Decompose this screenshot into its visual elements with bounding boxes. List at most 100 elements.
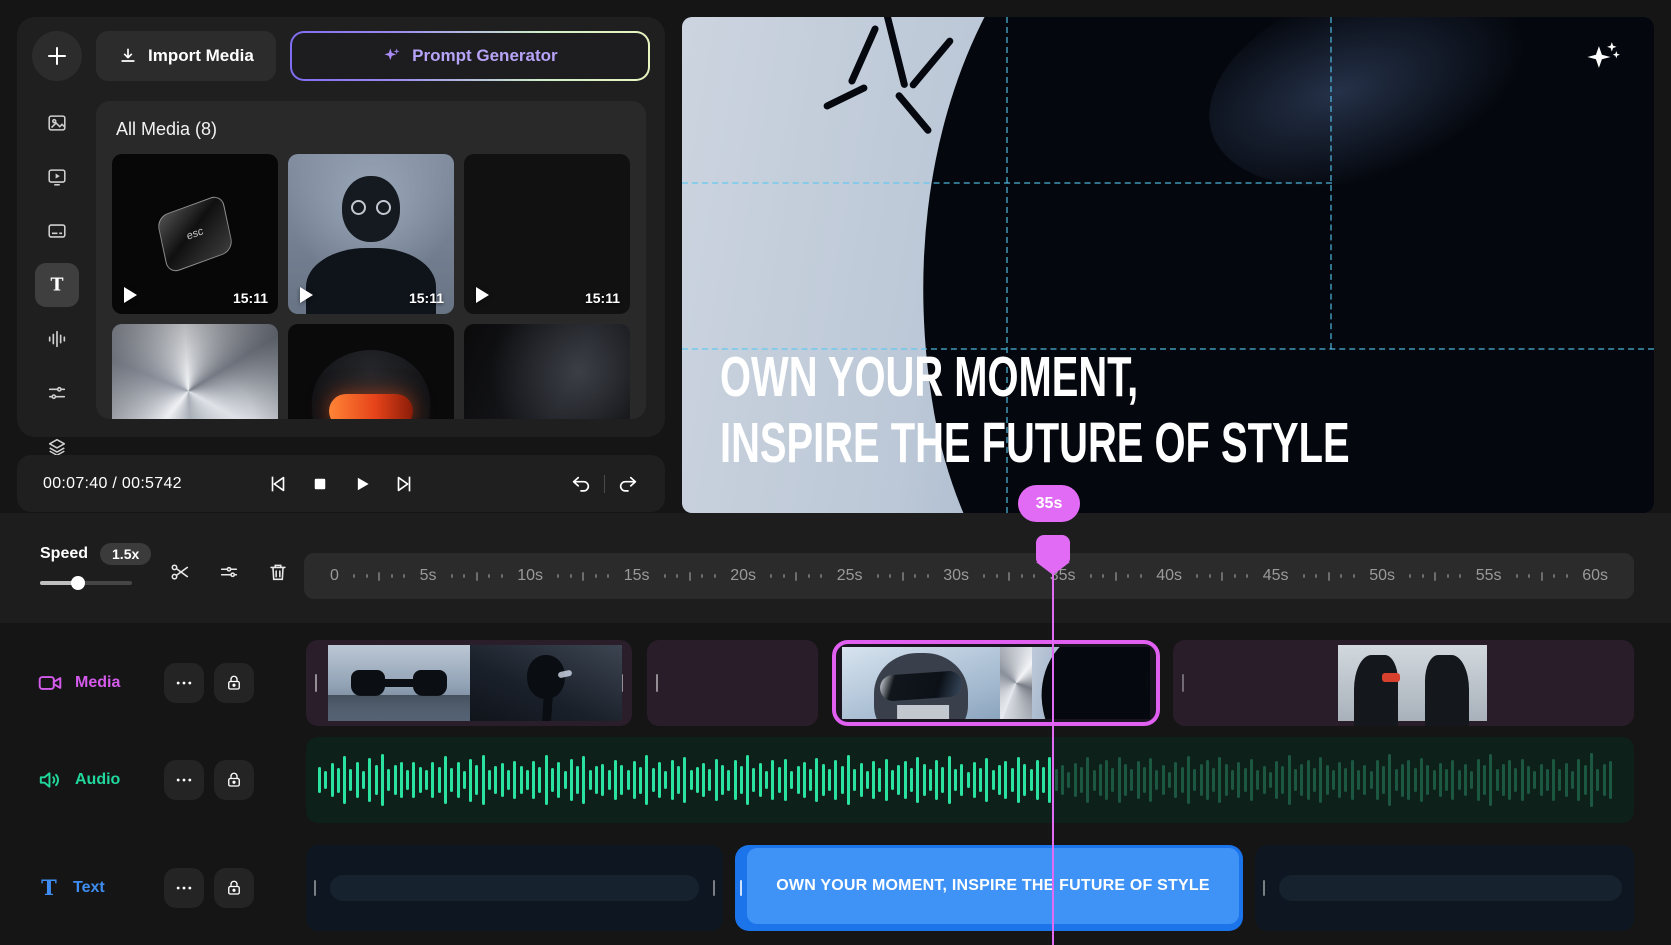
waveform-bar bbox=[1552, 759, 1555, 801]
undo-button[interactable] bbox=[568, 471, 594, 497]
waveform-bar bbox=[1307, 760, 1310, 801]
text-track-lock-button[interactable] bbox=[214, 868, 254, 908]
waveform-bar bbox=[469, 759, 472, 802]
audio-track-options-button[interactable] bbox=[164, 760, 204, 800]
prompt-generator-button[interactable]: Prompt Generator bbox=[292, 33, 648, 79]
stop-button[interactable] bbox=[307, 471, 333, 497]
media-clip-4[interactable] bbox=[1173, 640, 1634, 726]
waveform-bar bbox=[1086, 757, 1089, 803]
play-icon bbox=[352, 474, 372, 494]
waveform-bar bbox=[1433, 770, 1436, 790]
thumb-duration: 15:11 bbox=[409, 290, 444, 306]
waveform-bar bbox=[1351, 760, 1354, 800]
import-media-button[interactable]: Import Media bbox=[96, 31, 276, 81]
nav-adjust-tab[interactable] bbox=[35, 371, 79, 415]
waveform-bar bbox=[897, 765, 900, 794]
media-library-panel: Import Media Prompt Generator bbox=[17, 17, 665, 437]
nav-images-tab[interactable] bbox=[35, 101, 79, 145]
guide-horizontal-top bbox=[682, 182, 1332, 184]
waveform-bar bbox=[1124, 764, 1127, 796]
hair-strand bbox=[908, 36, 955, 90]
waveform-bar bbox=[457, 762, 460, 798]
waveform-bar bbox=[948, 756, 951, 804]
clip-adjust-button[interactable] bbox=[217, 560, 241, 584]
waveform-bar bbox=[1382, 766, 1385, 795]
text-clip-1[interactable] bbox=[306, 845, 723, 931]
media-item-esc-key[interactable]: esc15:11 bbox=[112, 154, 278, 314]
media-track-options-button[interactable] bbox=[164, 663, 204, 703]
add-media-button[interactable] bbox=[32, 31, 82, 81]
waveform-bar bbox=[557, 762, 560, 798]
lock-icon bbox=[225, 771, 243, 789]
ruler-label: 60s bbox=[1582, 567, 1608, 585]
ruler-label: 40s bbox=[1156, 567, 1182, 585]
media-clip-2[interactable] bbox=[647, 640, 818, 726]
speed-slider[interactable] bbox=[40, 581, 132, 585]
media-track-label: Media bbox=[75, 674, 120, 692]
media-track-lock-button[interactable] bbox=[214, 663, 254, 703]
text-clip-3[interactable] bbox=[1255, 845, 1634, 931]
ellipsis-icon bbox=[174, 673, 194, 693]
playhead-time-badge: 35s bbox=[1018, 485, 1080, 522]
waveform-bar bbox=[752, 768, 755, 791]
waveform-bar bbox=[438, 767, 441, 793]
nav-captions-tab[interactable] bbox=[35, 209, 79, 253]
nav-audio-tab[interactable] bbox=[35, 317, 79, 361]
image-icon bbox=[46, 112, 68, 134]
play-button[interactable] bbox=[349, 471, 375, 497]
audio-clip-waveform[interactable] bbox=[306, 737, 1634, 823]
waveform-bar bbox=[1540, 764, 1543, 796]
waveform-bar bbox=[520, 766, 523, 794]
nav-videos-tab[interactable] bbox=[35, 155, 79, 199]
thumb-duration: 15:11 bbox=[585, 290, 620, 306]
waveform-bar bbox=[822, 764, 825, 795]
trash-icon bbox=[267, 561, 289, 583]
media-item-portrait[interactable]: 15:11 bbox=[288, 154, 454, 314]
text-clip-2-active[interactable]: OWN YOUR MOMENT, INSPIRE THE FUTURE OF S… bbox=[735, 845, 1243, 931]
waveform-bar bbox=[1055, 769, 1058, 790]
audio-track-lock-button[interactable] bbox=[214, 760, 254, 800]
ruler-label: 55s bbox=[1476, 567, 1502, 585]
waveform-bar bbox=[406, 770, 409, 791]
waveform-bar bbox=[494, 766, 497, 795]
lock-icon bbox=[225, 879, 243, 897]
waveform-bar bbox=[784, 759, 787, 802]
waveform-bar bbox=[1168, 772, 1171, 788]
playhead-handle[interactable] bbox=[1036, 535, 1070, 563]
waveform-bar bbox=[1502, 764, 1505, 797]
scissors-icon bbox=[169, 561, 191, 583]
skip-start-button[interactable] bbox=[265, 471, 291, 497]
import-media-label: Import Media bbox=[148, 46, 254, 66]
preview-headline-text[interactable]: OWN YOUR MOMENT, INSPIRE THE FUTURE OF S… bbox=[720, 345, 1350, 476]
video-preview-canvas[interactable]: OWN YOUR MOMENT, INSPIRE THE FUTURE OF S… bbox=[682, 17, 1654, 513]
waveform-bar bbox=[658, 762, 661, 797]
media-clip-3-selected[interactable] bbox=[832, 640, 1160, 726]
media-item-vr-headset[interactable]: 15:11 bbox=[464, 154, 630, 314]
waveform-bar bbox=[1256, 770, 1259, 790]
nav-text-tab[interactable]: T bbox=[35, 263, 79, 307]
redo-button[interactable] bbox=[615, 471, 641, 497]
timeline-ruler[interactable]: 05s10s15s20s25s30s35s40s45s50s55s60s bbox=[304, 553, 1634, 599]
text-track-options-button[interactable] bbox=[164, 868, 204, 908]
clip-thumb-sunglasses-man bbox=[842, 647, 1000, 719]
video-player-icon bbox=[46, 166, 68, 188]
headline-line-1: OWN YOUR MOMENT, bbox=[720, 345, 1350, 411]
waveform-bar bbox=[1231, 770, 1234, 791]
waveform-bar bbox=[1080, 767, 1083, 793]
speed-slider-knob[interactable] bbox=[71, 576, 85, 590]
waveform-bar bbox=[847, 755, 850, 805]
delete-clip-button[interactable] bbox=[266, 560, 290, 584]
media-item-helmet[interactable] bbox=[288, 324, 454, 419]
media-item-dark[interactable] bbox=[464, 324, 630, 419]
ai-enhance-button[interactable] bbox=[1584, 39, 1622, 75]
speed-label: Speed bbox=[40, 545, 88, 563]
waveform-bar bbox=[1426, 765, 1429, 795]
skip-end-button[interactable] bbox=[391, 471, 417, 497]
media-item-chrome[interactable] bbox=[112, 324, 278, 419]
split-clip-button[interactable] bbox=[168, 560, 192, 584]
hair-strand bbox=[894, 91, 933, 135]
waveform-bar bbox=[1225, 764, 1228, 796]
media-clip-1[interactable] bbox=[306, 640, 632, 726]
waveform-bar bbox=[1414, 768, 1417, 792]
waveform-bar bbox=[1174, 762, 1177, 798]
